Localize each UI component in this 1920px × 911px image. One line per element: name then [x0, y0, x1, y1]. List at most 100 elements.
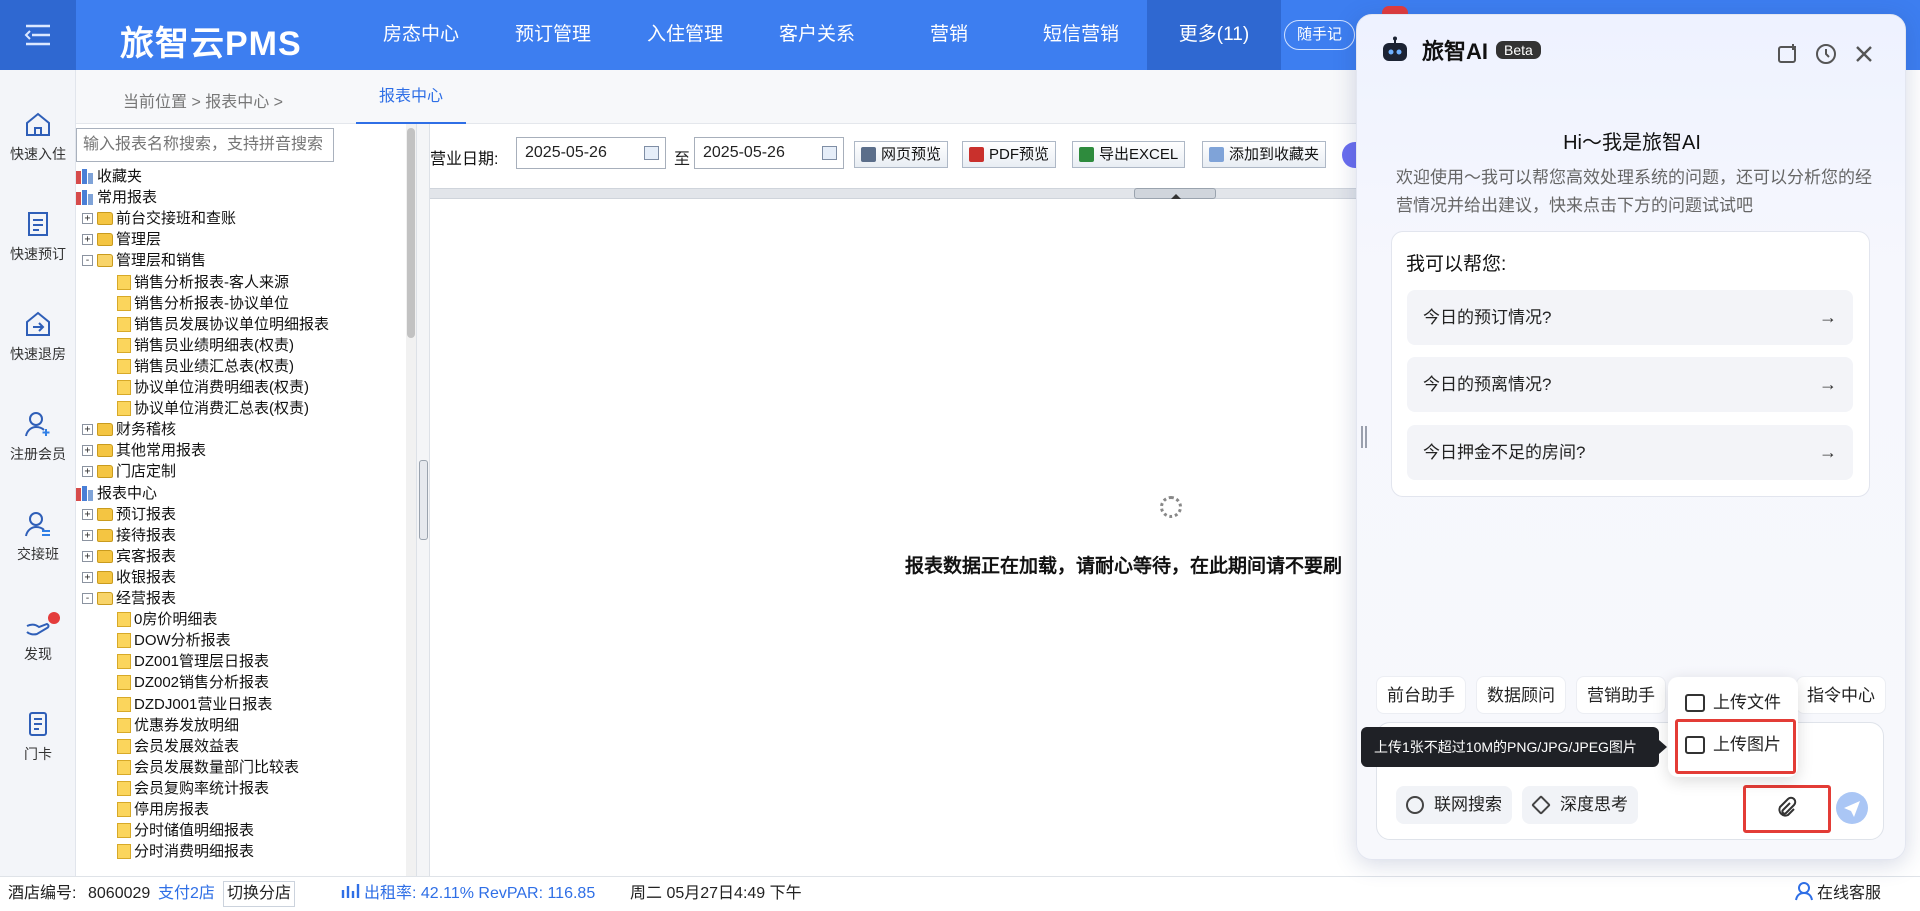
nav-item-checkin[interactable]: 入住管理 [619, 0, 751, 70]
nav-item-sms[interactable]: 短信营销 [1015, 0, 1147, 70]
suggestion-deposit-shortage[interactable]: 今日押金不足的房间? → [1407, 425, 1853, 480]
tree-item[interactable]: + 前台交接班和查账 [82, 208, 236, 229]
tree-scroll-thumb[interactable] [407, 128, 415, 338]
tree-item[interactable]: DZ001管理层日报表 [102, 651, 269, 672]
tree-item[interactable]: 优惠券发放明细 [102, 715, 239, 736]
tree-item[interactable]: 协议单位消费汇总表(权责) [102, 398, 309, 419]
tree-item[interactable]: - 经营报表 [82, 588, 176, 609]
nav-item-booking[interactable]: 预订管理 [487, 0, 619, 70]
report-search-input[interactable] [76, 128, 334, 162]
chip-data-advisor[interactable]: 数据顾问 [1476, 676, 1566, 714]
tree-item[interactable]: 0房价明细表 [102, 609, 217, 630]
sidebar-item-discover[interactable]: 发现 [0, 610, 76, 664]
chip-marketing-assistant[interactable]: 营销助手 [1576, 676, 1666, 714]
tree-item[interactable]: + 收银报表 [82, 567, 176, 588]
tree-item[interactable]: 报表中心 [76, 483, 157, 504]
tree-item[interactable]: 分时消费明细报表 [102, 841, 254, 862]
nav-item-room-status[interactable]: 房态中心 [355, 0, 487, 70]
tree-item[interactable]: DOW分析报表 [102, 630, 231, 651]
tree-item[interactable]: 分时储值明细报表 [102, 820, 254, 841]
tree-item[interactable]: 会员发展数量部门比较表 [102, 757, 299, 778]
sidebar-item-quick-checkin[interactable]: 快速入住 [0, 110, 76, 164]
expand-icon[interactable]: + [82, 424, 93, 435]
memo-button[interactable]: 随手记 [1284, 20, 1356, 50]
chip-command-center[interactable]: 指令中心 [1796, 676, 1886, 714]
sidebar-item-quick-checkout[interactable]: 快速退房 [0, 310, 76, 364]
pay-store-link[interactable]: 支付2店 [158, 877, 215, 911]
deep-think-toggle[interactable]: 深度思考 [1522, 786, 1638, 824]
tree-item[interactable]: 协议单位消费明细表(权责) [102, 377, 309, 398]
quick-action-sidebar: 快速入住 快速预订 快速退房 注册会员 交接班 发现 门卡 [0, 70, 76, 876]
collapse-icon[interactable]: - [82, 593, 93, 604]
upload-file-option[interactable]: 上传文件 [1681, 688, 1781, 718]
suggestion-todays-bookings[interactable]: 今日的预订情况? → [1407, 290, 1853, 345]
sidebar-label: 快速退房 [10, 346, 66, 362]
tree-item[interactable]: + 预订报表 [82, 504, 176, 525]
ai-panel-resize-handle[interactable] [1361, 426, 1367, 448]
tree-item[interactable]: - 管理层和销售 [82, 250, 206, 271]
tree-item[interactable]: + 财务稽核 [82, 419, 176, 440]
tree-item-label: 收银报表 [116, 569, 177, 586]
expand-icon[interactable]: + [82, 509, 93, 520]
suggestion-todays-departures[interactable]: 今日的预离情况? → [1407, 357, 1853, 412]
tree-item[interactable]: 销售员发展协议单位明细报表 [102, 314, 329, 335]
report-file-icon [117, 296, 131, 311]
nav-item-marketing[interactable]: 营销 [883, 0, 1015, 70]
collapse-icon[interactable]: - [82, 255, 93, 266]
arrow-right-icon: → [1819, 307, 1837, 327]
sidebar-item-register-member[interactable]: 注册会员 [0, 410, 76, 464]
tree-item-label: 分时消费明细报表 [134, 843, 255, 860]
expand-icon[interactable]: + [82, 530, 93, 541]
web-preview-button[interactable]: 网页预览 [854, 141, 949, 168]
tree-item[interactable]: 常用报表 [76, 187, 157, 208]
tree-item[interactable]: 会员复购率统计报表 [102, 778, 269, 799]
tree-item[interactable]: 销售分析报表-客人来源 [102, 272, 289, 293]
expand-icon[interactable]: + [82, 213, 93, 224]
calendar-icon[interactable] [822, 146, 837, 160]
tree-item[interactable]: 销售员业绩汇总表(权责) [102, 356, 294, 377]
pdf-preview-button[interactable]: PDF预览 [962, 141, 1057, 168]
sidebar-label: 交接班 [17, 546, 59, 562]
expand-icon[interactable]: + [82, 234, 93, 245]
date-to-input[interactable]: 2025-05-26 [694, 137, 844, 169]
tree-item[interactable]: 销售分析报表-协议单位 [102, 293, 289, 314]
expand-icon[interactable]: + [82, 466, 93, 477]
sidebar-item-quick-booking[interactable]: 快速预订 [0, 210, 76, 264]
sidebar-item-door-card[interactable]: 门卡 [0, 710, 76, 764]
export-excel-button[interactable]: 导出EXCEL [1072, 141, 1186, 168]
add-to-favorites-button[interactable]: 添加到收藏夹 [1202, 141, 1327, 168]
nav-item-crm[interactable]: 客户关系 [751, 0, 883, 70]
tree-item[interactable]: + 其他常用报表 [82, 440, 206, 461]
calendar-icon[interactable] [644, 146, 659, 160]
tree-item[interactable]: + 接待报表 [82, 525, 176, 546]
folder-icon [97, 465, 113, 478]
splitter-handle[interactable] [419, 460, 428, 540]
web-search-toggle[interactable]: 联网搜索 [1396, 786, 1512, 824]
tree-item[interactable]: DZDJ001营业日报表 [102, 694, 272, 715]
toolbar-collapse-handle[interactable] [1134, 188, 1216, 199]
expand-icon[interactable]: + [82, 572, 93, 583]
menu-toggle-button[interactable] [0, 0, 76, 70]
switch-store-button[interactable]: 切换分店 [223, 881, 296, 907]
tree-item[interactable]: + 管理层 [82, 229, 161, 250]
tab-report-center[interactable]: 报表中心 [356, 70, 466, 124]
expand-icon[interactable]: + [82, 551, 93, 562]
history-icon[interactable] [1814, 42, 1838, 66]
new-chat-icon[interactable] [1776, 42, 1800, 66]
tree-item[interactable]: 停用房报表 [102, 799, 209, 820]
tree-item[interactable]: 销售员业绩明细表(权责) [102, 335, 294, 356]
tree-item-label: 门店定制 [116, 463, 177, 480]
sidebar-item-shift-change[interactable]: 交接班 [0, 510, 76, 564]
chip-front-desk-assistant[interactable]: 前台助手 [1376, 676, 1466, 714]
close-icon[interactable] [1852, 42, 1876, 66]
tree-item[interactable]: 会员发展效益表 [102, 736, 239, 757]
send-button[interactable] [1836, 792, 1868, 824]
tree-item[interactable]: + 宾客报表 [82, 546, 176, 567]
tree-item[interactable]: 收藏夹 [76, 166, 142, 187]
tree-item[interactable]: DZ002销售分析报表 [102, 672, 269, 693]
tree-item[interactable]: + 门店定制 [82, 461, 176, 482]
nav-item-more[interactable]: 更多(11) [1147, 0, 1281, 70]
expand-icon[interactable]: + [82, 445, 93, 456]
ai-description: 欢迎使用～我可以帮您高效处理系统的问题，还可以分析您的经营情况并给出建议，快来点… [1396, 168, 1872, 215]
date-from-input[interactable]: 2025-05-26 [516, 137, 666, 169]
